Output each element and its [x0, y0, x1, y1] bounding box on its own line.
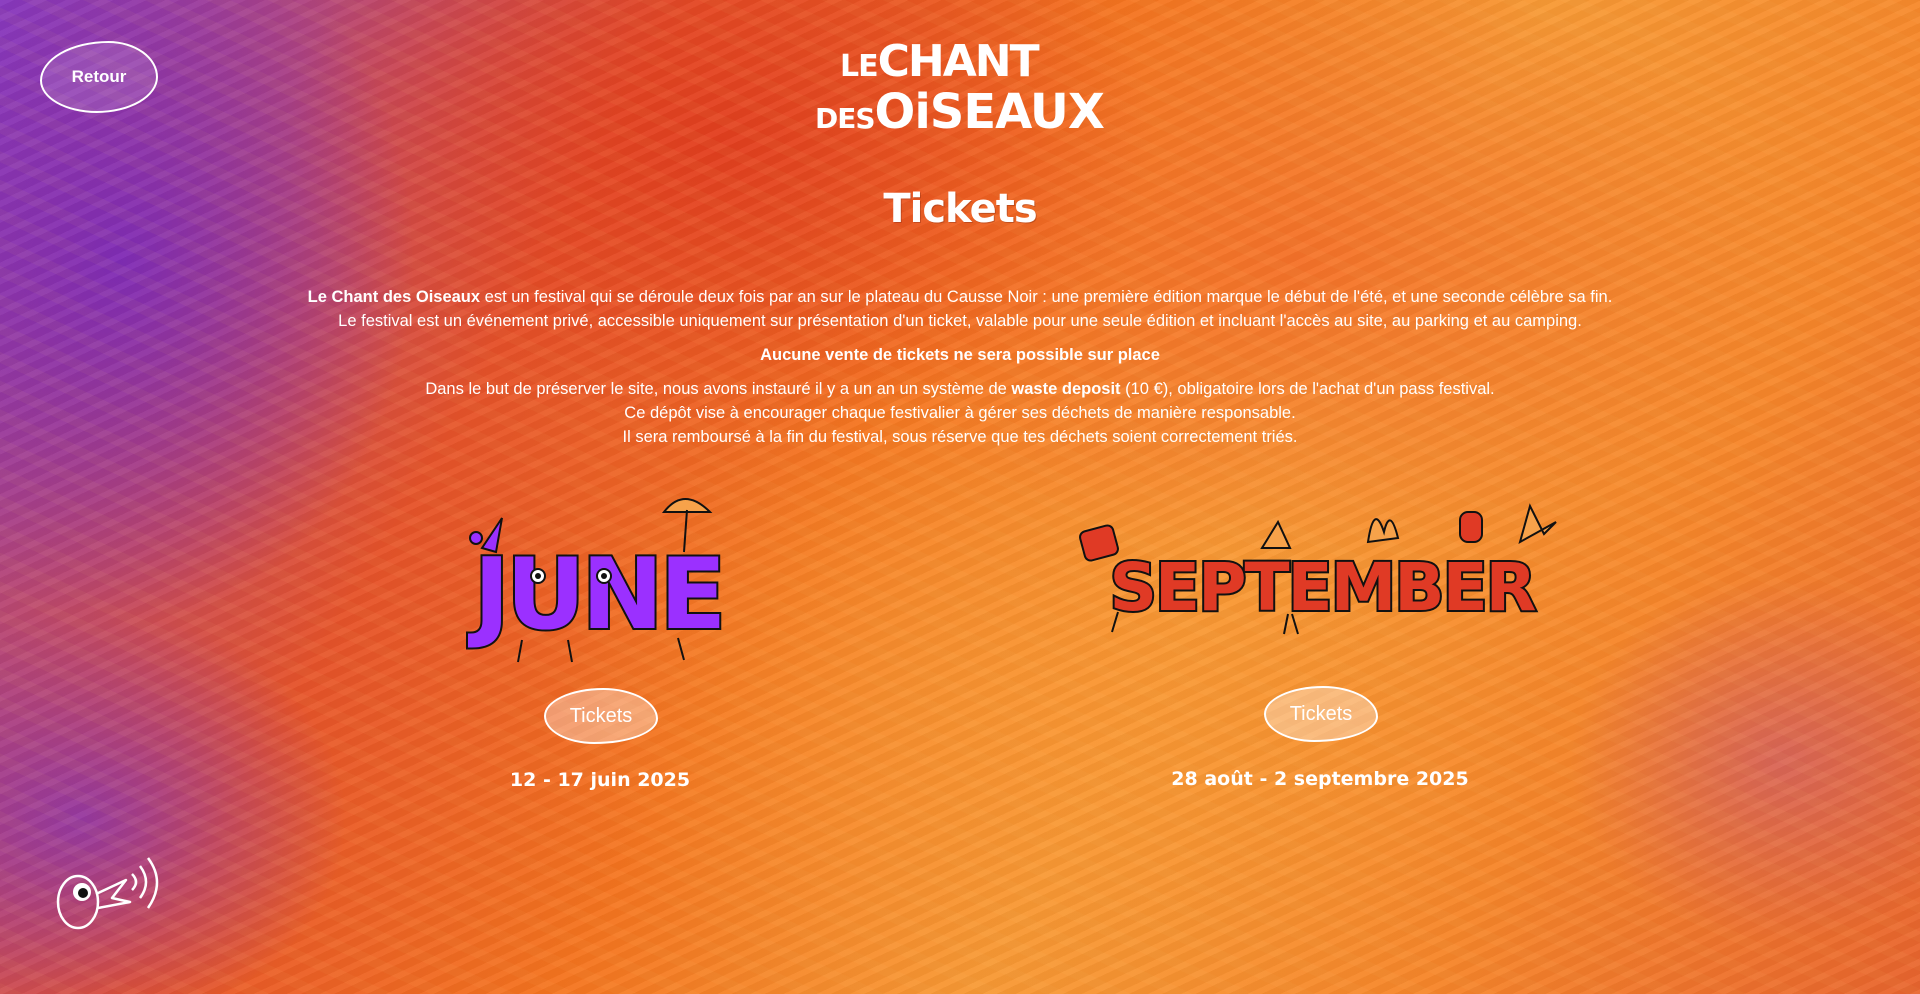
info-paragraph-1: Le Chant des Oiseaux est un festival qui…	[307, 288, 1613, 306]
info-paragraph-5: Il sera remboursé à la fin du festival, …	[622, 428, 1298, 446]
september-tickets-button[interactable]: Tickets	[1264, 686, 1378, 742]
june-dates: 12 - 17 juin 2025	[509, 769, 691, 791]
back-button[interactable]: Retour	[40, 41, 158, 113]
logo-line-2: DESOiSEAUX	[815, 84, 1105, 140]
background-texture	[0, 0, 1920, 994]
september-dates: 28 août - 2 septembre 2025	[1171, 768, 1469, 790]
logo-line-1: LECHANT	[840, 36, 1040, 87]
festival-logo[interactable]: LECHANT DESOiSEAUX	[815, 36, 1105, 144]
back-button-label: Retour	[71, 67, 127, 86]
june-illustration: JUNE	[452, 490, 744, 670]
september-art-word: SEPTEMBER	[1110, 549, 1536, 626]
june-tickets-label: Tickets	[569, 704, 633, 727]
june-tickets-button[interactable]: Tickets	[544, 688, 658, 744]
page-title: Tickets	[883, 186, 1037, 232]
info-paragraph-4: Ce dépôt vise à encourager chaque festiv…	[624, 404, 1296, 422]
september-illustration: SEPTEMBER	[1078, 492, 1566, 642]
festival-info: Le Chant des Oiseaux est un festival qui…	[160, 285, 1760, 449]
singing-bird-icon[interactable]	[52, 850, 164, 930]
september-tickets-label: Tickets	[1289, 702, 1353, 725]
june-art-word: JUNE	[467, 538, 722, 652]
no-onsite-sales-notice: Aucune vente de tickets ne sera possible…	[760, 346, 1160, 364]
info-paragraph-2: Le festival est un événement privé, acce…	[338, 312, 1582, 330]
info-paragraph-3: Dans le but de préserver le site, nous a…	[425, 380, 1495, 398]
